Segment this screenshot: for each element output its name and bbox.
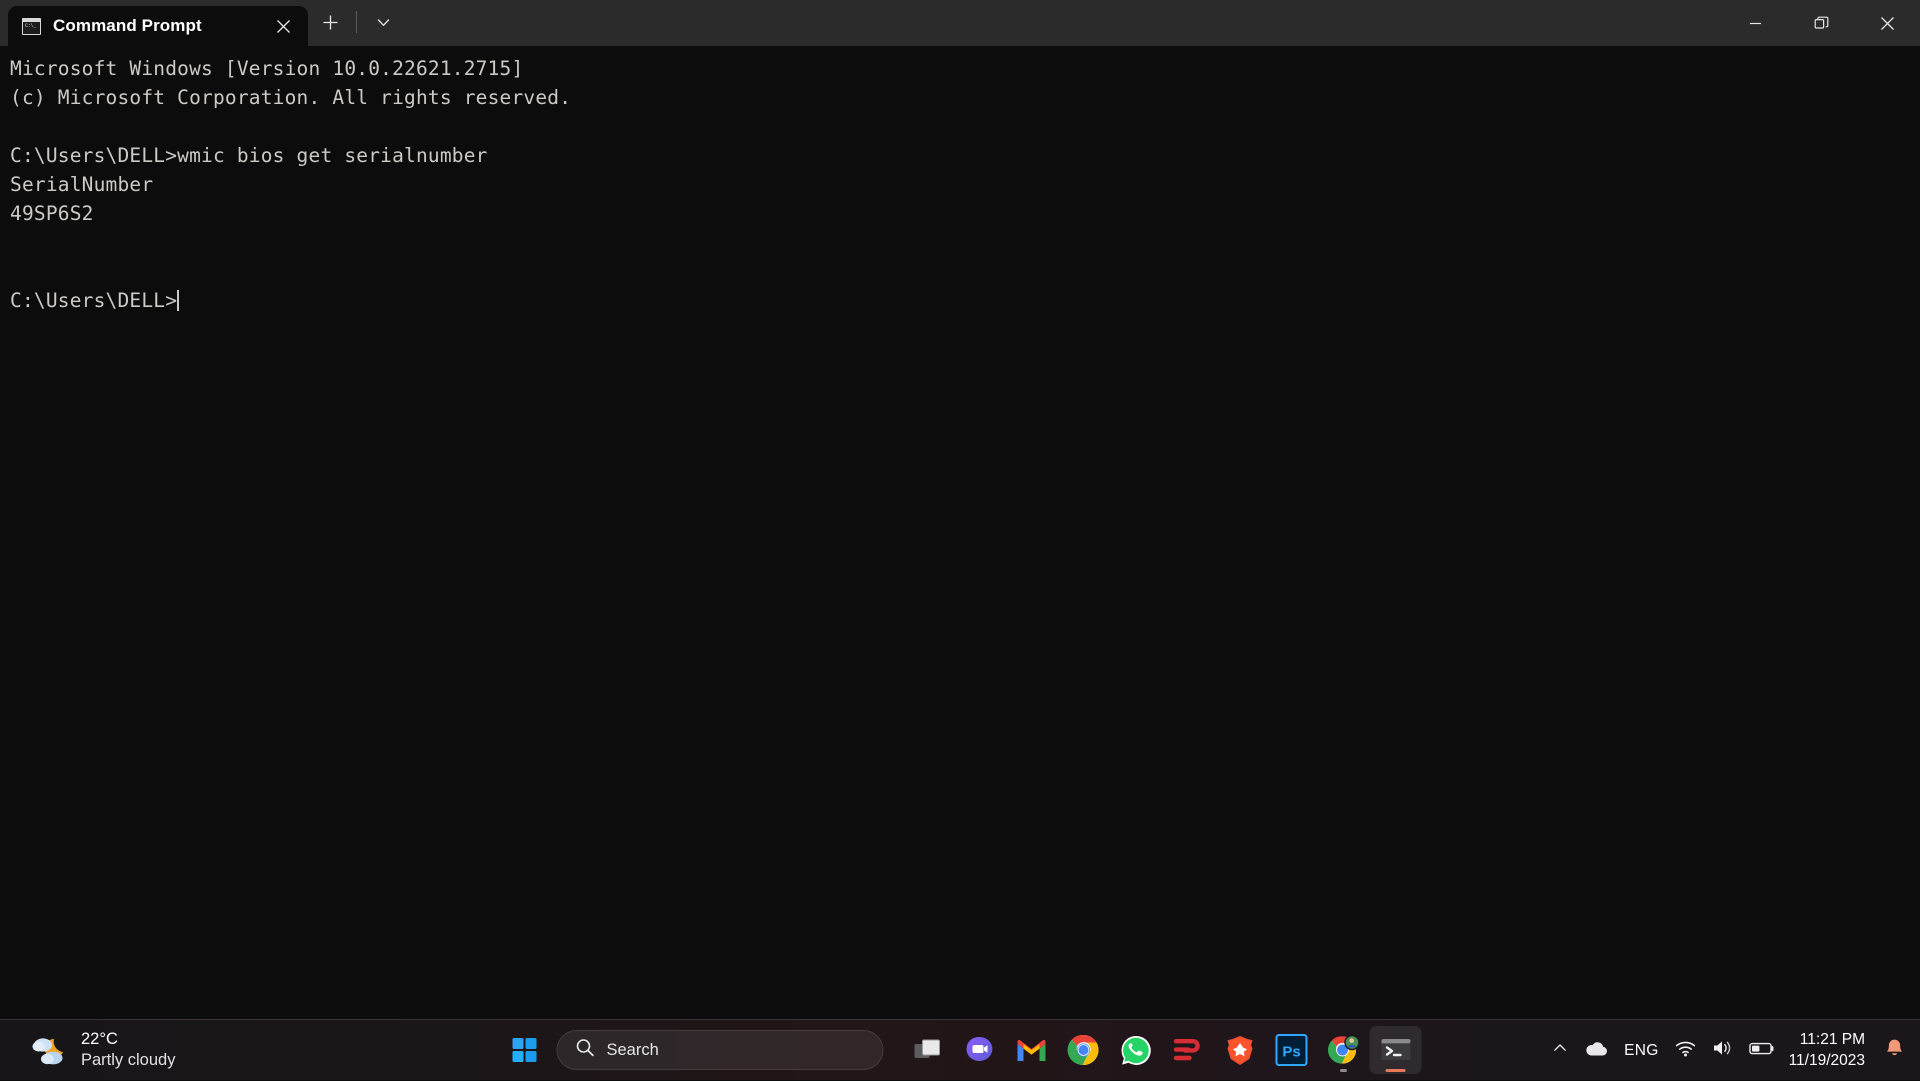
taskbar-item-chrome[interactable] — [1058, 1026, 1110, 1074]
tray-overflow-button[interactable] — [1544, 1029, 1576, 1073]
tabbar-actions — [308, 0, 405, 46]
battery-icon — [1749, 1041, 1775, 1061]
taskbar-center-cluster: Search — [499, 1020, 1422, 1081]
tab-close-button[interactable] — [266, 9, 300, 43]
tray-language-button[interactable]: ENG — [1616, 1029, 1667, 1073]
windows-logo-icon — [513, 1038, 537, 1062]
taskbar-app-buttons: Ps — [902, 1026, 1422, 1074]
tray-network-button[interactable] — [1667, 1029, 1704, 1073]
taskbar-item-photoshop[interactable]: Ps — [1266, 1026, 1318, 1074]
terminal-line: (c) Microsoft Corporation. All rights re… — [10, 86, 571, 109]
bell-icon — [1885, 1038, 1904, 1064]
partly-cloudy-night-icon — [30, 1033, 70, 1067]
restore-button[interactable] — [1788, 0, 1854, 46]
terminal-active-indicator — [1386, 1069, 1406, 1073]
tab-title: Command Prompt — [53, 16, 254, 36]
taskbar-item-task-view[interactable] — [902, 1026, 954, 1074]
clock-date: 11/19/2023 — [1789, 1051, 1865, 1071]
window-titlebar: Command Prompt — [0, 0, 1920, 46]
taskbar-item-gmail[interactable] — [1006, 1026, 1058, 1074]
terminal-output-area[interactable]: Microsoft Windows [Version 10.0.22621.27… — [0, 46, 1920, 1019]
minimize-button[interactable] — [1722, 0, 1788, 46]
weather-widget[interactable]: 22°C Partly cloudy — [18, 1025, 187, 1074]
command-prompt-window: Command Prompt — [0, 0, 1920, 1019]
close-button[interactable] — [1854, 0, 1920, 46]
start-button[interactable] — [499, 1026, 551, 1074]
weather-condition: Partly cloudy — [81, 1050, 175, 1071]
svg-text:Ps: Ps — [1282, 1044, 1300, 1061]
system-tray: ENG — [1544, 1020, 1920, 1081]
taskbar-clock[interactable]: 11:21 PM 11/19/2023 — [1783, 1029, 1875, 1073]
tab-strip: Command Prompt — [0, 0, 308, 46]
window-caption-buttons — [1722, 0, 1920, 46]
search-input[interactable]: Search — [557, 1030, 884, 1070]
taskbar-item-expressvpn[interactable] — [1162, 1026, 1214, 1074]
terminal-line: 49SP6S2 — [10, 202, 94, 225]
taskbar-item-chrome-window[interactable] — [1318, 1026, 1370, 1074]
tray-language-label: ENG — [1624, 1042, 1659, 1060]
clock-time: 11:21 PM — [1800, 1030, 1865, 1050]
tab-command-prompt[interactable]: Command Prompt — [8, 6, 308, 46]
chevron-up-icon — [1552, 1040, 1568, 1061]
toolbar-divider — [356, 11, 357, 33]
taskbar-item-terminal[interactable] — [1370, 1026, 1422, 1074]
terminal-line: Microsoft Windows [Version 10.0.22621.27… — [10, 57, 523, 80]
cmd-icon — [22, 18, 41, 35]
search-placeholder: Search — [607, 1041, 659, 1060]
wifi-icon — [1675, 1040, 1696, 1062]
terminal-prompt: C:\Users\DELL> — [10, 289, 177, 312]
terminal-line: SerialNumber — [10, 173, 153, 196]
tray-volume-button[interactable] — [1704, 1029, 1741, 1073]
taskbar-item-whatsapp[interactable] — [1110, 1026, 1162, 1074]
search-icon — [576, 1038, 595, 1062]
speaker-icon — [1712, 1039, 1733, 1062]
new-tab-button[interactable] — [308, 2, 352, 42]
terminal-line: C:\Users\DELL>wmic bios get serialnumber — [10, 144, 488, 167]
taskbar-item-brave[interactable] — [1214, 1026, 1266, 1074]
text-cursor — [177, 290, 179, 311]
tray-battery-button[interactable] — [1741, 1029, 1783, 1073]
tray-onedrive-button[interactable] — [1576, 1029, 1616, 1073]
weather-temperature: 22°C — [81, 1029, 175, 1050]
notification-button[interactable] — [1875, 1029, 1914, 1073]
chrome-running-indicator — [1340, 1069, 1347, 1073]
taskbar-item-chat[interactable] — [954, 1026, 1006, 1074]
onedrive-cloud-icon — [1584, 1040, 1608, 1062]
tab-dropdown-button[interactable] — [361, 2, 405, 42]
windows-taskbar: 22°C Partly cloudy Search — [0, 1019, 1920, 1080]
terminal-scrollback: Microsoft Windows [Version 10.0.22621.27… — [10, 54, 1920, 315]
